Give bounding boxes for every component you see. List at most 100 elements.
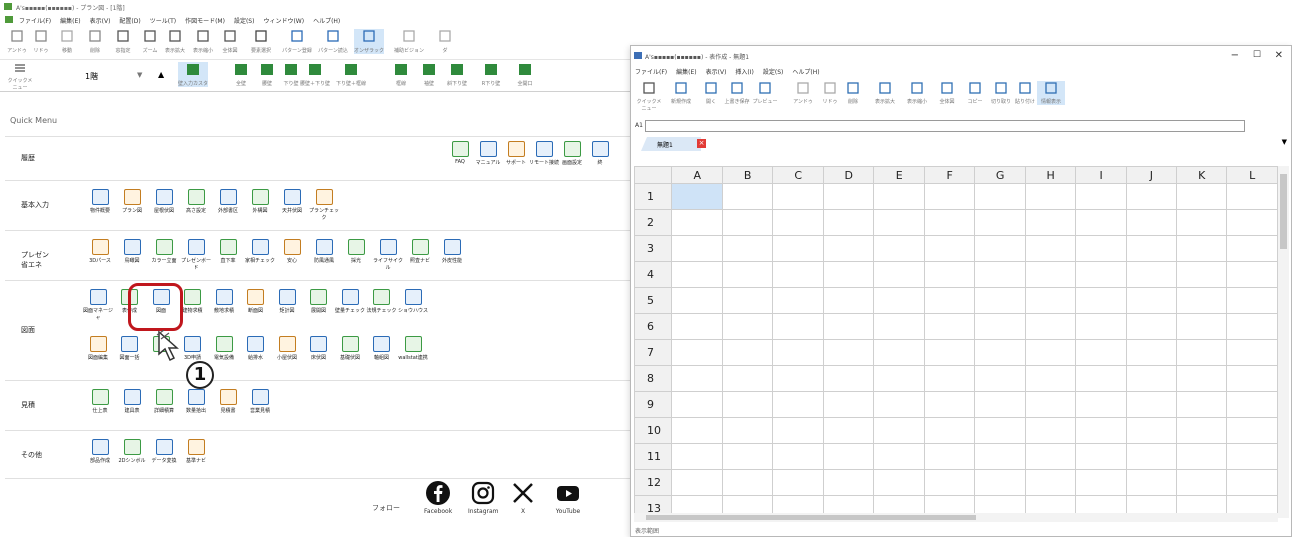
tab-dropdown-icon[interactable]: ▼: [1282, 138, 1287, 146]
right-toolbar-button-9[interactable]: 表示縮小: [903, 81, 931, 105]
quick-menu-item-3-12[interactable]: 図面一括: [115, 336, 145, 361]
floor-select[interactable]: 1階: [85, 71, 98, 82]
column-header[interactable]: H: [1024, 166, 1077, 184]
sheet-cell[interactable]: [1226, 313, 1278, 340]
sheet-cell[interactable]: [873, 417, 925, 444]
toolbar-button-3[interactable]: 削除: [80, 29, 110, 54]
sheet-cell[interactable]: [1226, 443, 1278, 470]
sheet-cell[interactable]: [1125, 261, 1178, 288]
sheet-tab[interactable]: 無題1: [641, 137, 701, 151]
sheet-cell[interactable]: [671, 469, 723, 496]
quick-menu-button[interactable]: クイックメニュー: [6, 62, 34, 91]
toolbar-button-8[interactable]: 全体図: [215, 29, 245, 54]
quick-menu-item-3-16[interactable]: 給排水: [241, 336, 271, 361]
wall-tool-5[interactable]: 下り壁＋框線: [336, 62, 366, 87]
sheet-cell[interactable]: [1175, 365, 1228, 392]
quick-menu-item-2-1[interactable]: 鳥瞰図: [117, 239, 147, 264]
sheet-cell[interactable]: [772, 339, 824, 366]
sheet-cell[interactable]: [1024, 261, 1077, 288]
sheet-cell[interactable]: [772, 183, 824, 210]
sheet-cell[interactable]: [1024, 365, 1077, 392]
sheet-cell[interactable]: [772, 287, 824, 314]
instagram-link[interactable]: Instagram: [468, 480, 499, 515]
sheet-cell[interactable]: [1075, 417, 1127, 444]
sheet-cell[interactable]: [1125, 391, 1178, 418]
row-header[interactable]: 2: [634, 209, 673, 236]
sheet-cell[interactable]: [923, 313, 976, 340]
sheet-cell[interactable]: [1125, 313, 1178, 340]
sheet-cell[interactable]: [1125, 339, 1178, 366]
floor-down-arrow-icon[interactable]: ▼: [137, 71, 142, 79]
quick-menu-item-0-4[interactable]: 画面設定: [557, 141, 587, 166]
sheet-cell[interactable]: [1075, 287, 1127, 314]
sheet-cell[interactable]: [974, 183, 1026, 210]
sheet-cell[interactable]: [923, 209, 976, 236]
sheet-cell[interactable]: [923, 443, 976, 470]
quick-menu-item-3-15[interactable]: 電気設備: [209, 336, 239, 361]
right-toolbar-button-8[interactable]: 表示拡大: [871, 81, 899, 105]
sheet-cell[interactable]: [772, 391, 824, 418]
sheet-cell[interactable]: [721, 339, 774, 366]
sheet-cell[interactable]: [1075, 469, 1127, 496]
sheet-cell[interactable]: [671, 235, 723, 262]
youtube-link[interactable]: YouTube: [555, 480, 581, 515]
sheet-cell[interactable]: [721, 287, 774, 314]
toolbar-button-2[interactable]: 移動: [52, 29, 82, 54]
quick-menu-item-0-0[interactable]: FAQ: [445, 141, 475, 165]
right-toolbar-button-5[interactable]: アンドゥ: [789, 81, 817, 105]
sheet-cell[interactable]: [721, 209, 774, 236]
row-header[interactable]: 10: [634, 417, 673, 444]
quick-menu-item-3-5[interactable]: 断面図: [241, 289, 271, 314]
menu-item-4[interactable]: ツール(T): [150, 16, 176, 27]
sheet-cell[interactable]: [1024, 339, 1077, 366]
sheet-cell[interactable]: [974, 417, 1026, 444]
sheet-cell[interactable]: [822, 209, 875, 236]
sheet-cell[interactable]: [1226, 365, 1278, 392]
column-header[interactable]: D: [822, 166, 875, 184]
sheet-cell[interactable]: [822, 261, 875, 288]
x-link[interactable]: X: [510, 480, 536, 515]
sheet-cell[interactable]: [923, 287, 976, 314]
sheet-cell[interactable]: [1226, 261, 1278, 288]
sheet-cell[interactable]: [822, 365, 875, 392]
quick-menu-item-4-0[interactable]: 仕上表: [85, 389, 115, 414]
sheet-cell[interactable]: [873, 443, 925, 470]
sheet-cell[interactable]: [822, 287, 875, 314]
quick-menu-item-2-7[interactable]: 防風通風: [309, 239, 339, 264]
right-toolbar-button-4[interactable]: プレビュー: [751, 81, 779, 105]
quick-menu-item-4-2[interactable]: 詳細積算: [149, 389, 179, 414]
horizontal-scrollbar[interactable]: [634, 513, 1278, 522]
right-toolbar-button-1[interactable]: 新規作成: [667, 81, 695, 105]
sheet-cell[interactable]: [873, 313, 925, 340]
wall-tool-10[interactable]: 全開口: [510, 62, 540, 87]
right-toolbar-button-14[interactable]: 情報表示: [1037, 81, 1065, 105]
row-header[interactable]: 11: [634, 443, 673, 470]
sheet-cell[interactable]: [1175, 443, 1228, 470]
wall-tool-8[interactable]: 斜下り壁: [442, 62, 472, 87]
sheet-cell[interactable]: [873, 287, 925, 314]
sheet-cell[interactable]: [721, 391, 774, 418]
quick-menu-item-2-6[interactable]: 安心: [277, 239, 307, 264]
sheet-cell[interactable]: [873, 365, 925, 392]
right-toolbar-button-7[interactable]: 削除: [839, 81, 867, 105]
sheet-cell[interactable]: [1226, 339, 1278, 366]
sheet-cell[interactable]: [1175, 313, 1228, 340]
column-header[interactable]: C: [772, 166, 824, 184]
sheet-cell[interactable]: [822, 183, 875, 210]
facebook-link[interactable]: Facebook: [424, 480, 452, 515]
sheet-cell[interactable]: [923, 417, 976, 444]
quick-menu-item-1-0[interactable]: 物件概要: [85, 189, 115, 214]
sheet-cell[interactable]: [721, 261, 774, 288]
quick-menu-item-0-3[interactable]: リモート接続: [529, 141, 559, 166]
sheet-cell[interactable]: [721, 235, 774, 262]
menu-item-8[interactable]: ヘルプ(H): [313, 16, 340, 27]
quick-menu-item-2-11[interactable]: 外皮性能: [437, 239, 467, 264]
sheet-cell[interactable]: [1226, 469, 1278, 496]
sheet-cell[interactable]: [671, 313, 723, 340]
sheet-cell[interactable]: [873, 391, 925, 418]
toolbar-button-4[interactable]: 窓指定: [108, 29, 138, 54]
sheet-cell[interactable]: [1175, 183, 1228, 210]
sheet-cell[interactable]: [671, 183, 723, 210]
sheet-cell[interactable]: [671, 209, 723, 236]
menu-item-3[interactable]: 配置(D): [119, 16, 140, 27]
